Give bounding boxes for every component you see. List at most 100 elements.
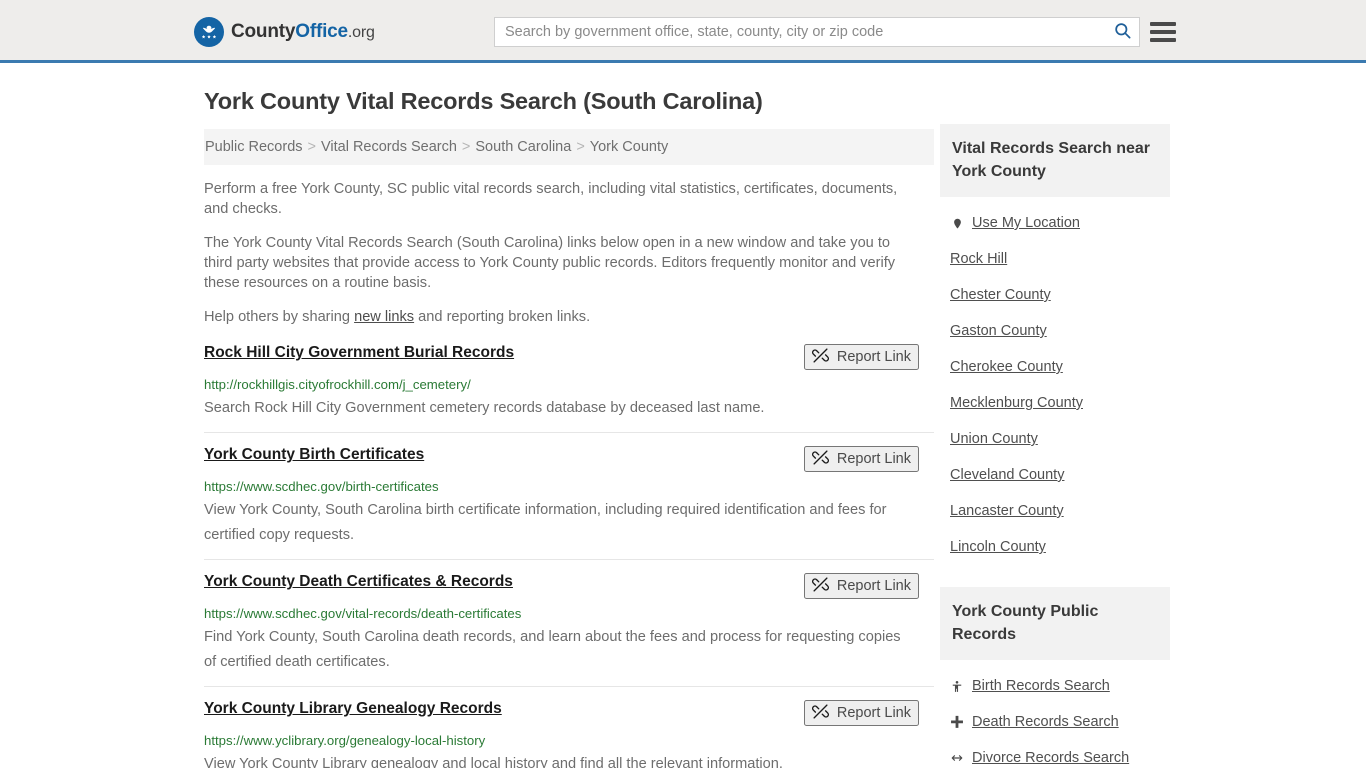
search-input[interactable] — [495, 18, 1105, 46]
sidebar-item-birth-records-search[interactable]: Birth Records Search — [950, 668, 1170, 704]
sidebar-link-label[interactable]: Birth Records Search — [972, 678, 1110, 694]
new-links-link[interactable]: new links — [354, 309, 414, 325]
breadcrumb-separator: > — [307, 139, 316, 155]
share-text-after: and reporting broken links. — [414, 309, 591, 325]
sidebar-item-gaston-county[interactable]: Gaston County — [950, 313, 1170, 349]
breadcrumb-item-vital-records-search[interactable]: Vital Records Search — [321, 139, 457, 155]
public-records-panel-heading: York County Public Records — [940, 587, 1170, 660]
sidebar-item-cleveland-county[interactable]: Cleveland County — [950, 457, 1170, 493]
report-link-button[interactable]: Report Link — [803, 573, 919, 599]
sidebar-link-label[interactable]: Use My Location — [972, 215, 1080, 231]
sidebar: Vital Records Search near York County Us… — [940, 124, 1170, 768]
result-header: York County Library Genealogy Records Re… — [204, 699, 934, 726]
report-link-label: Report Link — [836, 578, 911, 594]
left-right-arrow-icon — [950, 752, 964, 764]
sidebar-link-label[interactable]: Gaston County — [950, 323, 1047, 339]
sidebar-item-union-county[interactable]: Union County — [950, 421, 1170, 457]
eagle-seal-icon — [194, 17, 224, 47]
breadcrumb: Public Records > Vital Records Search > Sout… — [204, 129, 934, 165]
report-link-button[interactable]: Report Link — [803, 700, 919, 726]
sidebar-item-lancaster-county[interactable]: Lancaster County — [950, 493, 1170, 529]
report-link-label: Report Link — [836, 451, 911, 467]
sidebar-link-label[interactable]: Cherokee County — [950, 359, 1063, 375]
report-link-label: Report Link — [836, 705, 911, 721]
result-header: York County Death Certificates & Records… — [204, 572, 934, 599]
broken-link-icon — [811, 449, 829, 469]
breadcrumb-item-public-records[interactable]: Public Records — [205, 139, 303, 155]
sidebar-link-label[interactable]: Mecklenburg County — [950, 395, 1083, 411]
breadcrumb-item-south-carolina[interactable]: South Carolina — [475, 139, 571, 155]
sidebar-item-rock-hill[interactable]: Rock Hill — [950, 241, 1170, 277]
sidebar-link-label[interactable]: Divorce Records Search — [972, 750, 1129, 766]
sidebar-item-death-records-search[interactable]: Death Records Search — [950, 704, 1170, 740]
result-item: Rock Hill City Government Burial Records… — [204, 341, 934, 432]
map-pin-icon — [950, 216, 964, 231]
logo-text-office: Office — [295, 21, 348, 42]
report-link-button[interactable]: Report Link — [803, 446, 919, 472]
site-header: CountyOffice.org — [0, 0, 1366, 63]
nearby-links-list: Use My Location Rock Hill Chester County… — [940, 205, 1170, 565]
sidebar-item-divorce-records-search[interactable]: Divorce Records Search — [950, 740, 1170, 768]
result-title-link[interactable]: York County Birth Certificates — [204, 445, 424, 465]
intro-paragraph-1: Perform a free York County, SC public vi… — [204, 181, 898, 217]
sidebar-item-chester-county[interactable]: Chester County — [950, 277, 1170, 313]
page-title: York County Vital Records Search (South … — [204, 88, 763, 114]
logo-text-tld: .org — [347, 24, 375, 41]
broken-link-icon — [811, 347, 829, 367]
sidebar-link-label[interactable]: Chester County — [950, 287, 1051, 303]
sidebar-link-label[interactable]: Rock Hill — [950, 251, 1007, 267]
search-icon — [1113, 21, 1132, 43]
share-text-before: Help others by sharing — [204, 309, 355, 325]
result-url[interactable]: https://www.yclibrary.org/genealogy-loca… — [204, 732, 934, 749]
result-title-link[interactable]: York County Death Certificates & Records — [204, 572, 513, 592]
sidebar-link-label[interactable]: Death Records Search — [972, 714, 1119, 730]
sidebar-item-cherokee-county[interactable]: Cherokee County — [950, 349, 1170, 385]
result-description: Search Rock Hill City Government cemeter… — [204, 400, 765, 416]
search-button[interactable] — [1105, 18, 1139, 46]
result-item: York County Library Genealogy Records Re… — [204, 686, 934, 768]
breadcrumb-separator: > — [461, 139, 471, 155]
results-list: Rock Hill City Government Burial Records… — [204, 341, 934, 768]
search-bar — [494, 17, 1140, 47]
logo-wordmark: CountyOffice.org — [231, 21, 375, 43]
sidebar-link-label[interactable]: Cleveland County — [950, 467, 1064, 483]
broken-link-icon — [811, 703, 829, 723]
result-url[interactable]: http://rockhillgis.cityofrockhill.com/j_… — [204, 376, 934, 393]
intro-paragraph-2: The York County Vital Records Search (So… — [204, 235, 896, 291]
result-description: Find York County, South Carolina death r… — [204, 629, 901, 670]
sidebar-item-mecklenburg-county[interactable]: Mecklenburg County — [950, 385, 1170, 421]
main-content: York County Vital Records Search (South … — [204, 87, 934, 768]
public-records-links-list: Birth Records Search Death Records Searc… — [940, 668, 1170, 768]
menu-bar-3 — [1150, 38, 1176, 42]
cross-icon — [950, 715, 964, 729]
result-item: York County Death Certificates & Records… — [204, 559, 934, 686]
breadcrumb-item-york-county[interactable]: York County — [590, 139, 668, 155]
sidebar-item-lincoln-county[interactable]: Lincoln County — [950, 529, 1170, 565]
broken-link-icon — [811, 576, 829, 596]
result-description: View York County, South Carolina birth c… — [204, 502, 887, 543]
result-url[interactable]: https://www.scdhec.gov/birth-certificate… — [204, 478, 934, 495]
nearby-panel-heading: Vital Records Search near York County — [940, 124, 1170, 197]
logo-text-county: County — [231, 21, 296, 42]
sidebar-link-label[interactable]: Union County — [950, 431, 1038, 447]
baby-icon — [950, 679, 964, 694]
report-link-button[interactable]: Report Link — [803, 344, 919, 370]
sidebar-link-label[interactable]: Lancaster County — [950, 503, 1064, 519]
result-header: Rock Hill City Government Burial Records… — [204, 343, 934, 370]
site-logo[interactable]: CountyOffice.org — [194, 17, 375, 47]
sidebar-item-use-my-location[interactable]: Use My Location — [950, 205, 1170, 241]
result-item: York County Birth Certificates Report Li… — [204, 432, 934, 559]
intro-paragraph-3: Help others by sharing new links and rep… — [204, 307, 908, 327]
breadcrumb-separator: > — [576, 139, 585, 155]
intro-text: Perform a free York County, SC public vi… — [204, 179, 934, 327]
result-url[interactable]: https://www.scdhec.gov/vital-records/dea… — [204, 605, 934, 622]
sidebar-link-label[interactable]: Lincoln County — [950, 539, 1046, 555]
result-title-link[interactable]: York County Library Genealogy Records — [204, 699, 502, 719]
report-link-label: Report Link — [836, 349, 911, 365]
menu-bar-2 — [1150, 30, 1176, 34]
result-header: York County Birth Certificates Report Li… — [204, 445, 934, 472]
result-title-link[interactable]: Rock Hill City Government Burial Records — [204, 343, 514, 363]
menu-bar-1 — [1150, 22, 1176, 26]
hamburger-menu-icon[interactable] — [1150, 19, 1176, 45]
